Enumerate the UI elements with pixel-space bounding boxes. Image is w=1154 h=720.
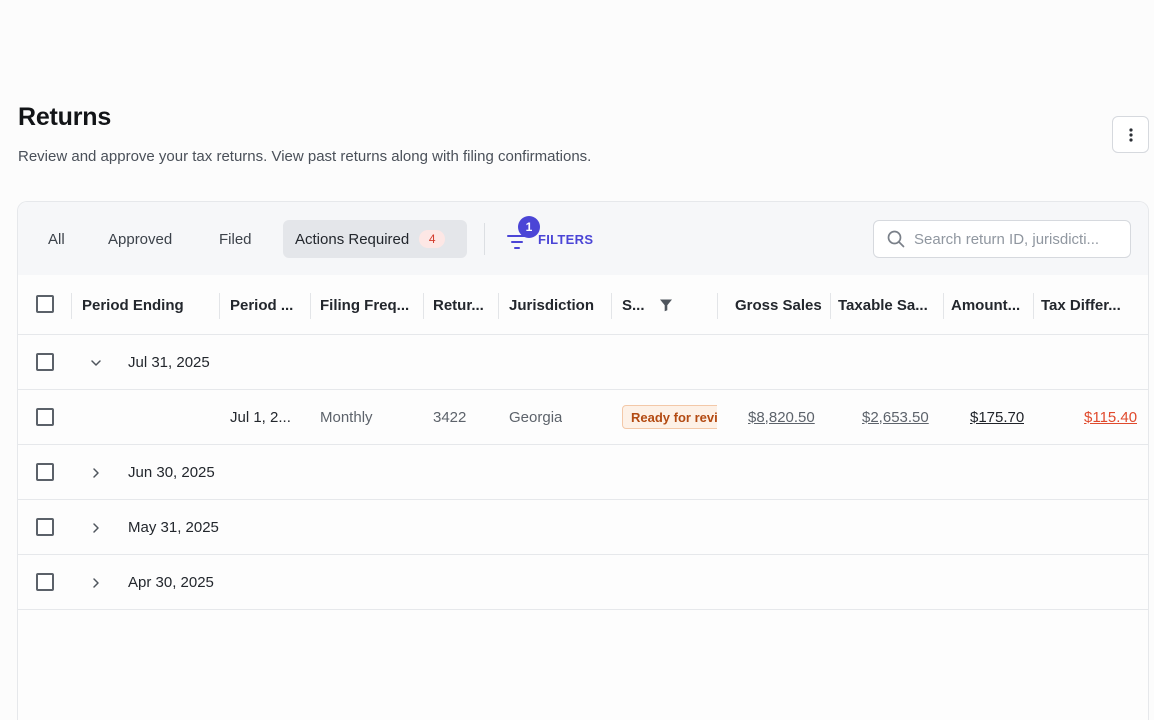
tax-difference-link[interactable]: $115.40 xyxy=(1084,409,1137,426)
group-row[interactable]: Jul 31, 2025 xyxy=(18,335,1148,390)
chevron-right-icon[interactable] xyxy=(88,520,104,536)
tab-label: All xyxy=(48,230,65,248)
group-date: Apr 30, 2025 xyxy=(128,573,214,591)
chevron-right-icon[interactable] xyxy=(88,465,104,481)
filters-count-badge: 1 xyxy=(518,216,540,238)
cell-return-id: 3422 xyxy=(433,408,467,426)
column-header-period[interactable]: Period ... xyxy=(230,275,310,335)
group-row[interactable]: May 31, 2025 xyxy=(18,500,1148,555)
column-header-gross-sales[interactable]: Gross Sales xyxy=(735,275,829,335)
tab-actions-required[interactable]: Actions Required 4 xyxy=(283,220,467,258)
row-checkbox[interactable] xyxy=(36,518,54,536)
amount-link[interactable]: $175.70 xyxy=(970,409,1024,426)
toolbar-divider xyxy=(484,223,485,255)
table-header: Period Ending Period ... Filing Freq... … xyxy=(18,275,1148,335)
column-header-filing-frequency[interactable]: Filing Freq... xyxy=(320,275,420,335)
table-row[interactable]: Jul 1, 2... Monthly 3422 Georgia Ready f… xyxy=(18,390,1148,445)
column-header-taxable-sales[interactable]: Taxable Sa... xyxy=(838,275,938,335)
column-separator xyxy=(498,293,499,319)
group-date: Jul 31, 2025 xyxy=(128,353,210,371)
group-date: Jun 30, 2025 xyxy=(128,463,215,481)
tab-filed[interactable]: Filed xyxy=(207,220,264,258)
column-header-jurisdiction[interactable]: Jurisdiction xyxy=(509,275,613,335)
tab-all[interactable]: All xyxy=(36,220,77,258)
returns-card: All Approved Filed Actions Required 4 1 … xyxy=(17,201,1149,720)
column-header-status[interactable]: S... xyxy=(622,275,682,335)
row-checkbox[interactable] xyxy=(36,353,54,371)
cell-period: Jul 1, 2... xyxy=(230,408,291,426)
tab-label: Actions Required xyxy=(295,230,410,248)
column-separator xyxy=(717,293,718,319)
page-title: Returns xyxy=(18,103,112,131)
group-row[interactable]: Apr 30, 2025 xyxy=(18,555,1148,610)
column-separator xyxy=(423,293,424,319)
search-icon xyxy=(887,230,905,248)
column-separator xyxy=(943,293,944,319)
row-checkbox[interactable] xyxy=(36,573,54,591)
gross-sales-link[interactable]: $8,820.50 xyxy=(748,409,815,426)
column-header-return-id[interactable]: Retur... xyxy=(433,275,499,335)
cell-status: Ready for revi xyxy=(622,390,717,444)
tab-label: Approved xyxy=(108,230,173,248)
column-separator xyxy=(1033,293,1034,319)
status-badge: Ready for revi xyxy=(622,405,717,429)
returns-toolbar: All Approved Filed Actions Required 4 1 … xyxy=(18,202,1148,275)
row-checkbox[interactable] xyxy=(36,463,54,481)
column-separator xyxy=(310,293,311,319)
group-row[interactable]: Jun 30, 2025 xyxy=(18,445,1148,500)
page-subtitle: Review and approve your tax returns. Vie… xyxy=(18,148,592,165)
column-separator xyxy=(611,293,612,319)
cell-amount: $175.70 xyxy=(970,390,1024,444)
tab-approved[interactable]: Approved xyxy=(96,220,184,258)
column-separator xyxy=(71,293,72,319)
chevron-right-icon[interactable] xyxy=(88,575,104,591)
search-box xyxy=(873,220,1131,258)
column-header-tax-difference[interactable]: Tax Differ... xyxy=(1041,275,1141,335)
select-all-checkbox[interactable] xyxy=(36,295,54,313)
search-input[interactable] xyxy=(914,230,1124,248)
cell-gross-sales: $8,820.50 xyxy=(748,390,815,444)
taxable-sales-link[interactable]: $2,653.50 xyxy=(862,409,929,426)
more-options-button[interactable] xyxy=(1112,116,1149,153)
column-separator xyxy=(219,293,220,319)
group-date: May 31, 2025 xyxy=(128,518,219,536)
column-separator xyxy=(830,293,831,319)
cell-filing-frequency: Monthly xyxy=(320,408,373,426)
actions-required-count-badge: 4 xyxy=(419,230,446,248)
more-vertical-icon xyxy=(1128,127,1133,142)
row-checkbox[interactable] xyxy=(36,408,54,426)
tab-label: Filed xyxy=(219,230,252,248)
cell-taxable-sales: $2,653.50 xyxy=(862,390,929,444)
filters-label: FILTERS xyxy=(538,231,594,247)
column-header-amount[interactable]: Amount... xyxy=(951,275,1031,335)
cell-tax-difference: $115.40 xyxy=(1084,390,1137,444)
filters-button[interactable]: 1 FILTERS xyxy=(506,216,594,254)
cell-jurisdiction: Georgia xyxy=(509,408,563,426)
chevron-down-icon[interactable] xyxy=(88,355,104,371)
column-header-period-ending[interactable]: Period Ending xyxy=(82,275,218,335)
funnel-icon[interactable] xyxy=(659,298,673,312)
